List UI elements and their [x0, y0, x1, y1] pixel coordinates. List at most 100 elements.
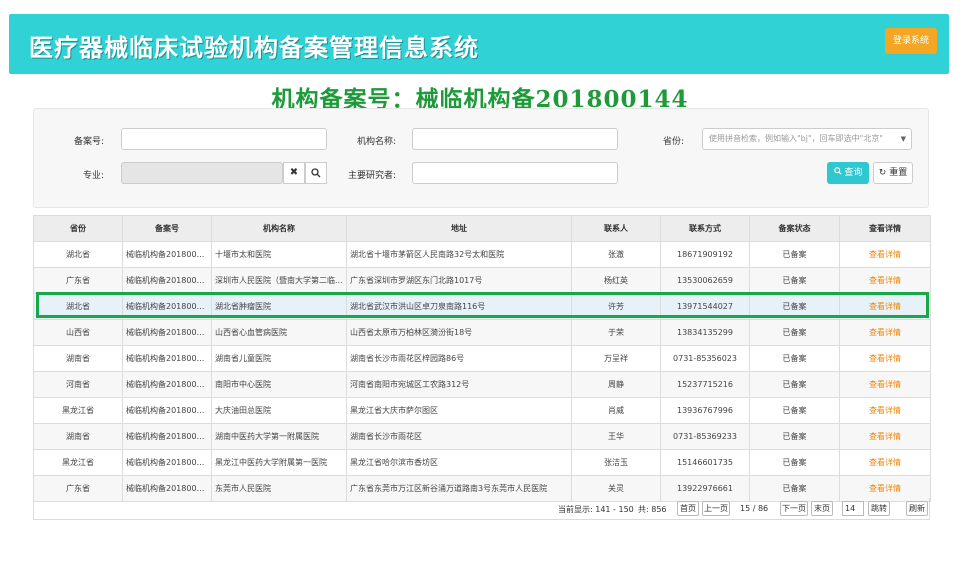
table-cell: 湖北省肿瘤医院	[211, 293, 347, 320]
jump-button[interactable]: 跳转	[868, 501, 890, 516]
table-row: 黑龙江省 械临机构备201800148 大庆油田总医院 黑龙江省大庆市萨尔图区 肖威 13…	[33, 397, 931, 424]
table-cell: 已备案	[749, 345, 840, 372]
table-cell: 张洁玉	[571, 449, 661, 476]
table-cell: 湖南省	[33, 423, 123, 450]
table-cell: 于荣	[571, 319, 661, 346]
pi-label: 主要研究者:	[347, 171, 396, 181]
view-detail-link[interactable]: 查看详情	[869, 380, 901, 389]
view-detail-link[interactable]: 查看详情	[869, 328, 901, 337]
view-detail-link[interactable]: 查看详情	[869, 250, 901, 259]
col-header[interactable]: 省份	[33, 215, 123, 242]
col-header[interactable]: 机构名称	[211, 215, 347, 242]
table-cell: 查看详情	[839, 397, 931, 424]
refresh-icon: ↻	[878, 168, 887, 178]
province-select[interactable]: 使用拼音检索，例如输入"bj"，回车即选中"北京" ▼	[702, 128, 912, 150]
province-label: 省份:	[662, 137, 684, 147]
table-cell: 湖北省	[33, 241, 123, 268]
table-header-row: 省份 备案号 机构名称 地址 联系人 联系方式 备案状态 查看详情	[33, 215, 931, 242]
record-no-label: 备案号:	[73, 137, 104, 147]
table-cell: 张澈	[571, 241, 661, 268]
chevron-down-icon: ▼	[900, 135, 906, 143]
app-header: 医疗器械临床试验机构备案管理信息系统 登录系统	[9, 14, 949, 74]
table-cell: 查看详情	[839, 241, 931, 268]
table-cell: 18671909192	[660, 241, 750, 268]
search-icon[interactable]	[305, 162, 327, 184]
table-cell: 万呈祥	[571, 345, 661, 372]
view-detail-link[interactable]: 查看详情	[869, 302, 901, 311]
table-cell: 查看详情	[839, 345, 931, 372]
col-header[interactable]: 备案号	[122, 215, 212, 242]
table-cell: 已备案	[749, 319, 840, 346]
table-cell: 械临机构备201800148	[122, 397, 212, 424]
table-cell: 械临机构备201800146	[122, 345, 212, 372]
table-cell: 广东省	[33, 267, 123, 294]
table-cell: 13936767996	[660, 397, 750, 424]
next-page-button[interactable]: 下一页	[780, 501, 808, 516]
col-header[interactable]: 查看详情	[839, 215, 931, 242]
login-button[interactable]: 登录系统	[885, 28, 937, 54]
table-cell: 已备案	[749, 267, 840, 294]
current-display: 当前显示: 141 - 150	[558, 505, 634, 514]
view-detail-link[interactable]: 查看详情	[869, 406, 901, 415]
col-header[interactable]: 联系方式	[660, 215, 750, 242]
specialty-input[interactable]	[121, 162, 283, 184]
table-cell: 已备案	[749, 449, 840, 476]
org-name-input[interactable]	[412, 128, 618, 150]
last-page-button[interactable]: 末页	[811, 501, 833, 516]
table-cell: 山西省太原市万柏林区漪汾街18号	[346, 319, 572, 346]
view-detail-link[interactable]: 查看详情	[869, 354, 901, 363]
col-header[interactable]: 联系人	[571, 215, 661, 242]
table-row: 黑龙江省 械临机构备201800150 黑龙江中医药大学附属第一医院 黑龙江省哈尔滨市…	[33, 449, 931, 476]
table-cell: 0731-85369233	[660, 423, 750, 450]
table-cell: 已备案	[749, 397, 840, 424]
search-panel: 备案号: 机构名称: 省份: 使用拼音检索，例如输入"bj"，回车即选中"北京"…	[33, 108, 929, 208]
col-header[interactable]: 地址	[346, 215, 572, 242]
page-status: 15 / 86	[740, 504, 769, 513]
clear-icon[interactable]: ✖	[283, 162, 305, 184]
table-cell: 湖南省长沙市雨花区梓园路86号	[346, 345, 572, 372]
table-cell: 械临机构备201800144	[122, 293, 212, 320]
reset-label: 重置	[889, 168, 908, 178]
table-cell: 13530062659	[660, 267, 750, 294]
table-cell: 查看详情	[839, 293, 931, 320]
table-row: 广东省 械临机构备201800143 深圳市人民医院（暨南大学第二临... 广东省深圳…	[33, 267, 931, 294]
app-title: 医疗器械临床试验机构备案管理信息系统	[29, 33, 479, 62]
view-detail-link[interactable]: 查看详情	[869, 484, 901, 493]
total-count: 共: 856	[638, 505, 667, 514]
view-detail-link[interactable]: 查看详情	[869, 458, 901, 467]
table-row: 湖北省 械临机构备201800144 湖北省肿瘤医院 湖北省武汉市洪山区卓刀泉南路11…	[33, 293, 931, 320]
table-cell: 黑龙江省哈尔滨市香坊区	[346, 449, 572, 476]
prev-page-button[interactable]: 上一页	[702, 501, 730, 516]
pi-input[interactable]	[412, 162, 618, 184]
table-cell: 械临机构备201800145	[122, 319, 212, 346]
reset-button[interactable]: ↻ 重置	[873, 162, 913, 184]
table-cell: 河南省	[33, 371, 123, 398]
first-page-button[interactable]: 首页	[677, 501, 699, 516]
table-cell: 0731-85356023	[660, 345, 750, 372]
specialty-label: 专业:	[82, 171, 104, 181]
search-icon	[833, 167, 842, 175]
table-cell: 肖威	[571, 397, 661, 424]
refresh-button[interactable]: 刷新	[906, 501, 928, 516]
table-cell: 13834135299	[660, 319, 750, 346]
view-detail-link[interactable]: 查看详情	[869, 432, 901, 441]
org-name-label: 机构名称:	[356, 137, 396, 147]
query-button[interactable]: 查询	[827, 162, 869, 184]
table-cell: 械临机构备201800142	[122, 241, 212, 268]
table-cell: 湖北省十堰市茅箭区人民南路32号太和医院	[346, 241, 572, 268]
table-cell: 查看详情	[839, 371, 931, 398]
table-cell: 南阳市中心医院	[211, 371, 347, 398]
pagination-bar: 当前显示: 141 - 150 共: 856 首页 上一页 15 / 86 下一…	[33, 498, 930, 520]
table-cell: 广东省深圳市罗湖区东门北路1017号	[346, 267, 572, 294]
table-cell: 械临机构备201800150	[122, 449, 212, 476]
table-cell: 查看详情	[839, 449, 931, 476]
table-cell: 械临机构备201800143	[122, 267, 212, 294]
province-placeholder: 使用拼音检索，例如输入"bj"，回车即选中"北京"	[709, 134, 884, 143]
record-no-input[interactable]	[121, 128, 327, 150]
col-header[interactable]: 备案状态	[749, 215, 840, 242]
table-row: 河南省 械临机构备201800147 南阳市中心医院 河南省南阳市宛城区工农路312号…	[33, 371, 931, 398]
view-detail-link[interactable]: 查看详情	[869, 276, 901, 285]
table-cell: 湖北省	[33, 293, 123, 320]
jump-page-input[interactable]: 14	[842, 501, 864, 516]
table-cell: 杨红英	[571, 267, 661, 294]
